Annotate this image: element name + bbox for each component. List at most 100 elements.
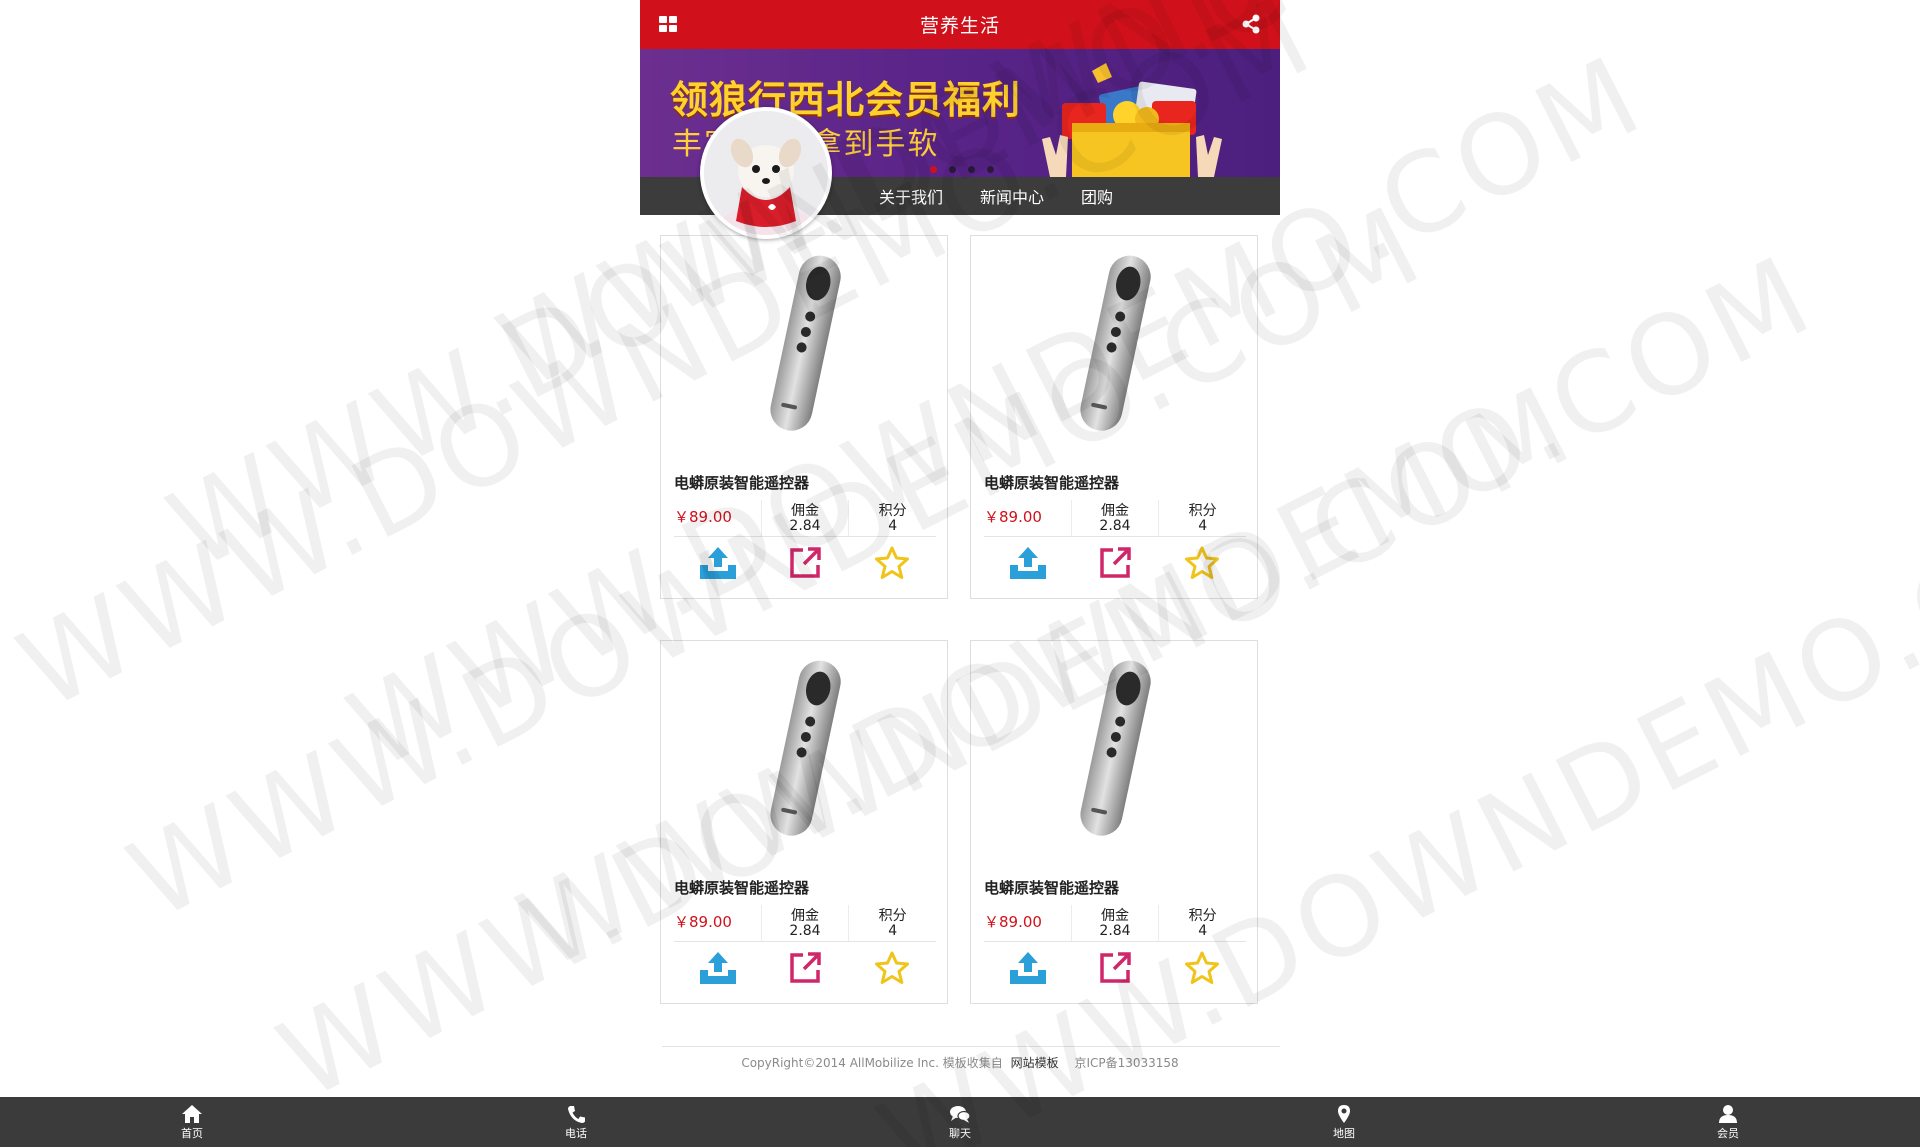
open-link-button[interactable] [1071,943,1158,993]
product-stats: ￥89.00 佣金 2.84 积分 4 [674,500,936,537]
copyright-text: CopyRight©2014 AllMobilize Inc. 模板收集自 [741,1056,1003,1070]
points-value: 4 [1198,923,1208,939]
share-tray-icon [1009,547,1046,579]
commission-value: 2.84 [789,923,821,939]
phone-icon [568,1105,585,1123]
nav-about-us[interactable]: 关于我们 [879,184,943,208]
share-tray-icon [699,952,736,984]
footer-copyright: CopyRight©2014 AllMobilize Inc. 模板收集自 网站… [640,1054,1280,1071]
product-name[interactable]: 电蟒原装智能遥控器 [984,877,1119,898]
grid-menu-icon[interactable] [658,15,678,34]
product-stats: ￥89.00 佣金 2.84 积分 4 [984,500,1246,537]
tab-map[interactable]: 地图 [1152,1097,1536,1147]
commission-value: 2.84 [789,518,821,534]
commission-stat: 佣金 2.84 [762,905,850,941]
user-icon [1719,1104,1737,1123]
commission-value: 2.84 [1099,518,1131,534]
product-price: ￥89.00 [674,500,762,536]
tab-label: 首页 [181,1126,203,1140]
commission-label: 佣金 [791,503,819,519]
commission-stat: 佣金 2.84 [1072,905,1160,941]
open-link-button[interactable] [761,943,848,993]
icp-number: 京ICP备13033158 [1074,1056,1179,1070]
avatar[interactable] [700,107,832,239]
tab-label: 会员 [1717,1126,1739,1140]
product-actions [984,538,1246,588]
points-stat: 积分 4 [1159,905,1246,941]
product-card[interactable]: 电蟒原装智能遥控器 ￥89.00 佣金 2.84 积分 4 [970,235,1258,599]
tab-chat[interactable]: 聊天 [768,1097,1152,1147]
share-tray-icon [699,547,736,579]
product-name[interactable]: 电蟒原装智能遥控器 [984,472,1119,493]
commission-label: 佣金 [1101,503,1129,519]
slide-dot[interactable] [930,166,937,173]
share-button[interactable] [984,538,1071,588]
tab-label: 地图 [1333,1126,1355,1140]
external-link-icon [1099,952,1131,983]
tab-phone[interactable]: 电话 [384,1097,768,1147]
nav-news-center[interactable]: 新闻中心 [980,184,1044,208]
slide-dot[interactable] [949,166,956,173]
external-link-icon [1099,547,1131,578]
bottom-tab-bar: 首页 电话 聊天 地图 会员 [0,1097,1920,1147]
slide-dot[interactable] [968,166,975,173]
open-link-button[interactable] [1071,538,1158,588]
slide-indicators[interactable] [930,166,994,173]
top-bar: 营养生活 [640,0,1280,49]
favorite-button[interactable] [848,943,935,993]
gift-box-illustration [1042,63,1222,177]
mobile-app: 营养生活 领狼行西北会员福利 丰富好礼 拿到手软 [640,0,1280,1080]
share-button[interactable] [674,943,761,993]
remote-control-image [770,255,841,431]
slide-dot[interactable] [987,166,994,173]
points-label: 积分 [878,503,907,519]
page-title: 营养生活 [919,15,1000,37]
share-tray-icon [1009,952,1046,984]
points-stat: 积分 4 [1159,500,1246,536]
share-button[interactable] [674,538,761,588]
commission-label: 佣金 [791,908,819,924]
points-stat: 积分 4 [849,905,936,941]
commission-stat: 佣金 2.84 [1072,500,1160,536]
product-name[interactable]: 电蟒原装智能遥控器 [674,472,809,493]
product-stats: ￥89.00 佣金 2.84 积分 4 [984,905,1246,942]
nav-group-buy[interactable]: 团购 [1081,184,1113,208]
favorite-button[interactable] [1158,943,1245,993]
external-link-icon [789,547,821,578]
share-button[interactable] [984,943,1071,993]
tab-member[interactable]: 会员 [1536,1097,1920,1147]
points-label: 积分 [1188,908,1217,924]
points-value: 4 [1198,518,1208,534]
commission-stat: 佣金 2.84 [762,500,850,536]
star-favorite-icon [1184,546,1219,579]
remote-control-image [770,660,841,836]
product-card[interactable]: 电蟒原装智能遥控器 ￥89.00 佣金 2.84 积分 4 [660,235,948,599]
product-stats: ￥89.00 佣金 2.84 积分 4 [674,905,936,942]
chat-icon [950,1105,971,1123]
favorite-button[interactable] [848,538,935,588]
product-card[interactable]: 电蟒原装智能遥控器 ￥89.00 佣金 2.84 积分 4 [970,640,1258,1004]
points-label: 积分 [1188,503,1217,519]
map-pin-icon [1338,1104,1350,1123]
star-favorite-icon [874,546,909,579]
product-name[interactable]: 电蟒原装智能遥控器 [674,877,809,898]
share-icon[interactable] [1240,13,1262,35]
product-actions [674,538,936,588]
product-actions [984,943,1246,993]
product-card[interactable]: 电蟒原装智能遥控器 ￥89.00 佣金 2.84 积分 4 [660,640,948,1004]
puppy-avatar-image [704,111,828,235]
tab-label: 电话 [565,1126,587,1140]
tab-home[interactable]: 首页 [0,1097,384,1147]
product-price: ￥89.00 [674,905,762,941]
product-actions [674,943,936,993]
favorite-button[interactable] [1158,538,1245,588]
template-link[interactable]: 网站模板 [1011,1056,1059,1070]
external-link-icon [789,952,821,983]
points-label: 积分 [878,908,907,924]
footer-divider [662,1046,1280,1047]
tab-label: 聊天 [949,1126,971,1140]
commission-value: 2.84 [1099,923,1131,939]
banner-headline: 领狼行西北会员福利 [670,77,1022,122]
open-link-button[interactable] [761,538,848,588]
points-value: 4 [888,518,898,534]
